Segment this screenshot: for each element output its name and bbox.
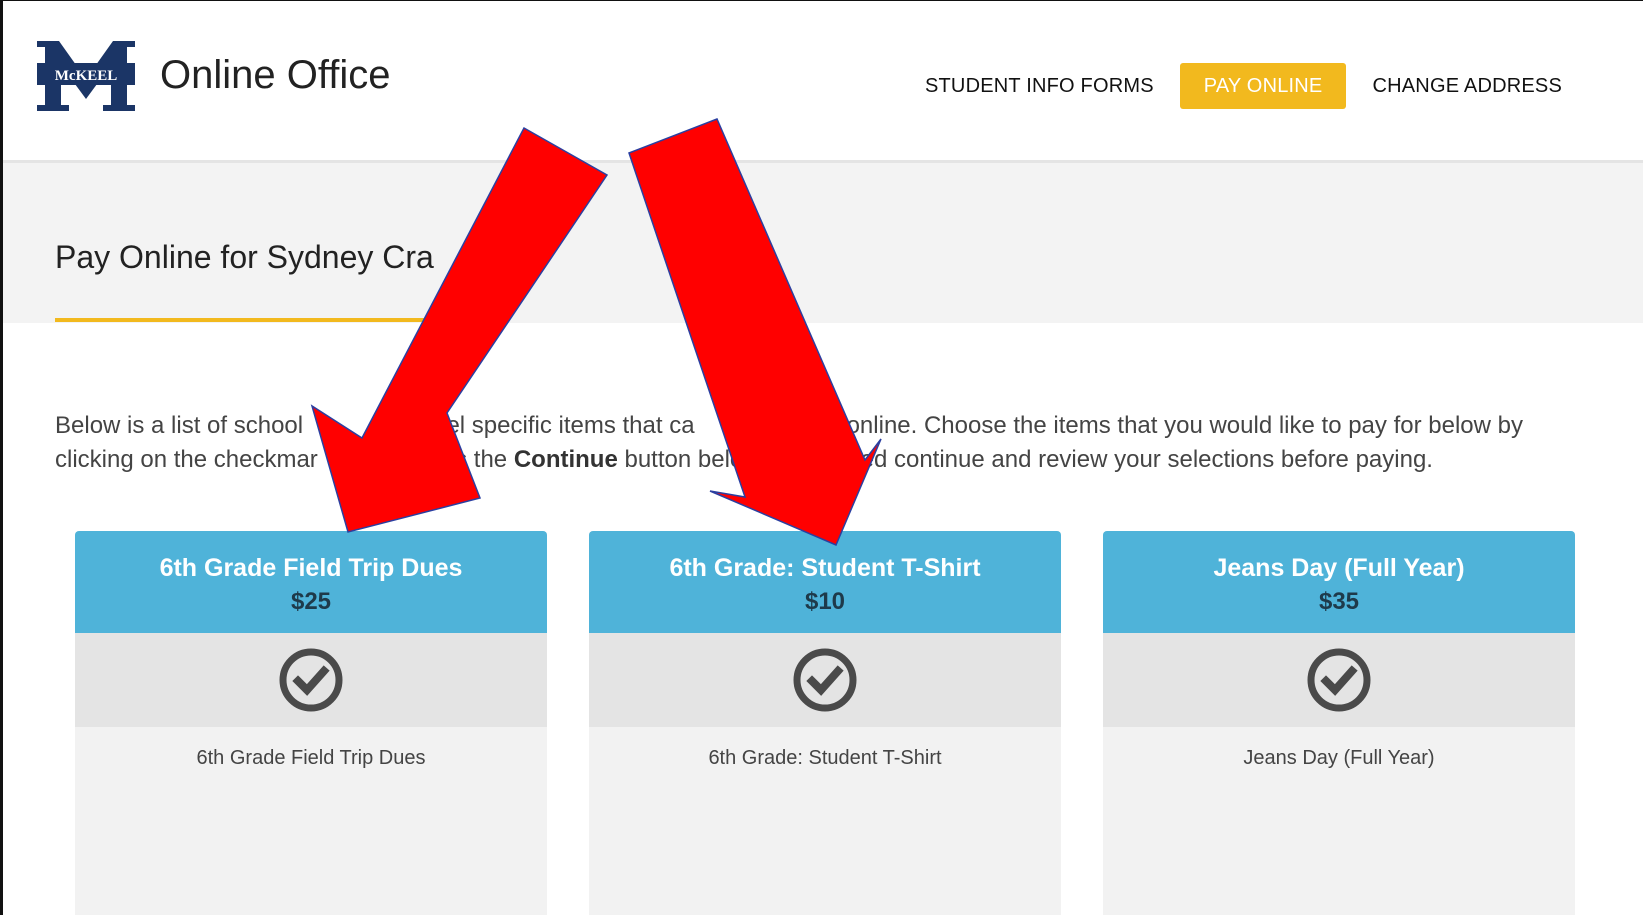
card-description: 6th Grade Field Trip Dues — [196, 747, 426, 769]
card-header: Jeans Day (Full Year) $35 — [1103, 531, 1575, 633]
card-header: 6th Grade: Student T-Shirt $10 — [589, 531, 1061, 633]
card-description: 6th Grade: Student T-Shirt — [708, 747, 942, 769]
card-header: 6th Grade Field Trip Dues $25 — [75, 531, 547, 633]
screenshot-frame: McKEEL Online Office STUDENT INFO FORMS … — [0, 0, 1643, 915]
card-price: $25 — [290, 588, 332, 615]
intro-segment: button belo — [624, 446, 744, 473]
card-select-button[interactable] — [589, 633, 1061, 727]
payment-card: 6th Grade Field Trip Dues $25 6th Grade … — [75, 531, 547, 915]
continue-keyword: Continue — [513, 446, 618, 473]
payment-card: 6th Grade: Student T-Shirt $10 6th Grade… — [589, 531, 1061, 915]
nav-student-info-forms[interactable]: STUDENT INFO FORMS — [901, 63, 1178, 109]
check-circle-icon[interactable] — [1306, 647, 1372, 713]
intro-segment: Below is a list of school — [55, 412, 304, 439]
brand-title: Online Office — [160, 53, 391, 97]
card-description: Jeans Day (Full Year) — [1243, 747, 1435, 769]
card-select-button[interactable] — [1103, 633, 1575, 727]
nav-change-address[interactable]: CHANGE ADDRESS — [1348, 63, 1586, 109]
nav-pay-online[interactable]: PAY ONLINE — [1179, 63, 1347, 109]
main-nav: STUDENT INFO FORMS PAY ONLINE CHANGE ADD… — [901, 63, 1586, 109]
card-select-button[interactable] — [75, 633, 547, 727]
intro-segment: vel specific items that ca — [434, 412, 695, 439]
page-title-band: Pay Online for Sydney Cra — [3, 163, 1643, 323]
card-title: Jeans Day (Full Year) — [1213, 554, 1465, 582]
check-circle-icon[interactable] — [792, 647, 858, 713]
payment-card: Jeans Day (Full Year) $35 Jeans Day (Ful… — [1103, 531, 1575, 915]
card-price: $35 — [1318, 588, 1360, 615]
logo-text: McKEEL — [55, 68, 118, 84]
intro-segment: ed continue and review your selections b… — [860, 446, 1433, 473]
title-underline — [55, 318, 425, 322]
main-content: Below is a list of school vel specific i… — [3, 323, 1643, 915]
intro-text: Below is a list of school vel specific i… — [55, 409, 1595, 477]
mckeel-logo[interactable]: McKEEL — [37, 41, 135, 111]
intro-segment: s the — [455, 446, 508, 473]
card-price: $10 — [804, 588, 846, 615]
payment-cards: 6th Grade Field Trip Dues $25 6th Grade … — [75, 531, 1575, 915]
card-title: 6th Grade: Student T-Shirt — [669, 554, 981, 582]
check-circle-icon[interactable] — [278, 647, 344, 713]
card-title: 6th Grade Field Trip Dues — [159, 554, 463, 582]
site-header: McKEEL Online Office STUDENT INFO FORMS … — [3, 1, 1643, 163]
page-title: Pay Online for Sydney Cra — [55, 239, 434, 275]
